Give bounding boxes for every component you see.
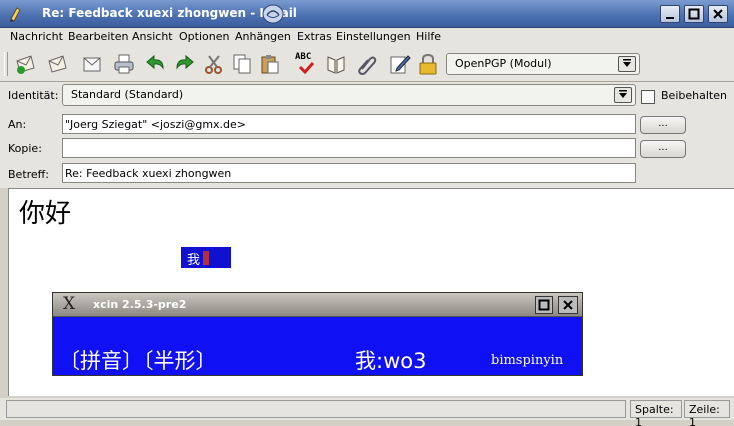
scissors-icon: [205, 55, 222, 74]
xcin-maximize-button[interactable]: [535, 296, 553, 314]
to-value: "Joerg Sziegat" <joszi@gmx.de>: [65, 118, 247, 131]
keep-identity-label: Beibehalten: [661, 89, 727, 102]
statusbar: Spalte: 1 Zeile: 1: [0, 398, 734, 426]
body-text: 你好: [19, 199, 72, 229]
sign-button[interactable]: [388, 52, 412, 76]
spellcheck-icon: [298, 62, 314, 74]
composer-headers: Identität: Standard (Standard) Beibehalt…: [0, 82, 734, 188]
paste-button[interactable]: [258, 52, 282, 76]
column-text: Spalte: 1: [635, 403, 674, 426]
menu-nachricht[interactable]: Nachricht: [10, 30, 63, 43]
cc-field[interactable]: [62, 138, 636, 158]
status-column: Spalte: 1: [630, 400, 682, 426]
maximize-icon: [688, 8, 700, 20]
minimize-button[interactable]: [660, 5, 680, 23]
cc-address-button[interactable]: ...: [640, 140, 686, 158]
xcin-titlebar[interactable]: X xcin 2.5.3-pre2: [53, 293, 582, 317]
dropdown-arrow-icon: [623, 59, 631, 67]
xcin-method: bimspinyin: [491, 353, 564, 368]
redo-icon: [176, 54, 194, 70]
address-book-button[interactable]: [324, 52, 348, 76]
xcin-window[interactable]: X xcin 2.5.3-pre2 〔拼音〕〔半形〕 我:wo3 bimspin…: [52, 292, 583, 376]
queue-icon: [48, 55, 67, 73]
identity-value: Standard (Standard): [71, 88, 184, 101]
text-cursor: [203, 251, 209, 265]
attach-button[interactable]: [354, 52, 378, 76]
queue-button[interactable]: [46, 52, 70, 76]
menu-extras[interactable]: Extras: [297, 30, 332, 43]
close-button[interactable]: [708, 5, 728, 23]
keep-identity-checkbox[interactable]: [641, 90, 655, 104]
xcin-close-button[interactable]: [558, 296, 578, 314]
print-icon: [114, 54, 134, 74]
sticky-icon[interactable]: [262, 4, 284, 24]
to-field[interactable]: "Joerg Sziegat" <joszi@gmx.de>: [62, 114, 636, 134]
to-address-button[interactable]: ...: [640, 116, 686, 134]
minimize-icon: [666, 17, 674, 19]
encrypt-button[interactable]: [416, 52, 440, 76]
menu-ansicht[interactable]: Ansicht: [132, 30, 173, 43]
spellcheck-button[interactable]: ABC: [294, 52, 318, 76]
redo-button[interactable]: [172, 52, 196, 76]
window-title: Re: Feedback xuexi zhongwen - KMail: [42, 6, 297, 20]
kmail-app-icon[interactable]: [8, 6, 24, 22]
identity-arrow[interactable]: [614, 87, 632, 103]
save-draft-button[interactable]: [80, 52, 104, 76]
dropdown-arrow-icon: [619, 90, 627, 98]
status-line: Zeile: 1: [684, 400, 730, 426]
menu-anhaengen[interactable]: Anhängen: [235, 30, 291, 43]
crypto-format-select[interactable]: OpenPGP (Modul): [446, 53, 640, 75]
send-icon: [16, 55, 35, 74]
ime-preedit: 我: [181, 247, 231, 268]
xcin-mode: 〔拼音〕〔半形〕: [59, 349, 217, 373]
cut-button[interactable]: [202, 52, 226, 76]
print-button[interactable]: [112, 52, 136, 76]
paperclip-icon: [358, 56, 377, 75]
x-logo-icon: X: [63, 294, 76, 314]
window-titlebar[interactable]: Re: Feedback xuexi zhongwen - KMail: [0, 0, 734, 28]
toolbar-handle[interactable]: [4, 52, 8, 76]
close-icon: [713, 9, 723, 19]
identity-select[interactable]: Standard (Standard): [62, 84, 636, 106]
spellcheck-text: ABC: [295, 52, 312, 62]
lock-icon: [419, 53, 437, 75]
close-icon: [563, 300, 573, 310]
copy-button[interactable]: [230, 52, 254, 76]
identity-label: Identität:: [8, 89, 59, 102]
menu-optionen[interactable]: Optionen: [179, 30, 229, 43]
menubar: Nachricht Bearbeiten Ansicht Optionen An…: [0, 28, 734, 46]
paste-icon: [261, 55, 279, 74]
menu-bearbeiten[interactable]: Bearbeiten: [68, 30, 128, 43]
xcin-candidate: 我:wo3: [355, 349, 427, 373]
subject-label: Betreff:: [8, 168, 49, 181]
maximize-icon: [538, 299, 550, 311]
undo-button[interactable]: [144, 52, 168, 76]
menu-einstellungen[interactable]: Einstellungen: [336, 30, 411, 43]
crypto-format-value: OpenPGP (Modul): [455, 57, 552, 70]
line-text: Zeile: 1: [689, 403, 720, 426]
envelope-icon: [83, 57, 101, 72]
cc-label: Kopie:: [8, 142, 42, 155]
status-message: [6, 400, 626, 418]
maximize-button[interactable]: [684, 5, 704, 23]
subject-field[interactable]: Re: Feedback xuexi zhongwen: [62, 163, 636, 183]
subject-value: Re: Feedback xuexi zhongwen: [65, 167, 232, 180]
preedit-text: 我: [187, 253, 201, 268]
sign-pen-icon: [390, 55, 411, 74]
crypto-format-arrow[interactable]: [618, 56, 636, 72]
toolbar: ABC OpenPGP (Modul): [0, 46, 734, 82]
book-icon: [327, 56, 345, 74]
undo-icon: [146, 54, 164, 70]
menu-hilfe[interactable]: Hilfe: [416, 30, 441, 43]
to-label: An:: [8, 118, 27, 131]
copy-icon: [233, 54, 251, 74]
send-button[interactable]: [14, 52, 38, 76]
xcin-title: xcin 2.5.3-pre2: [93, 298, 187, 311]
